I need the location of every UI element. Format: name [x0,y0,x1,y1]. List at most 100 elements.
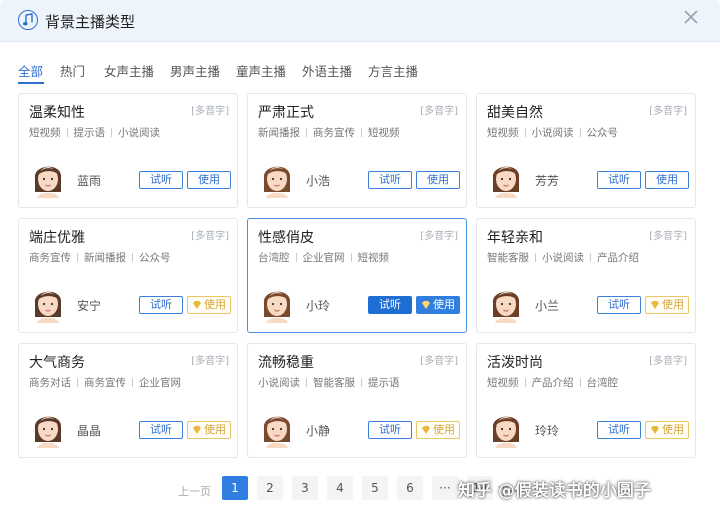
polyphone-badge: [多音字] [191,231,229,242]
use-label: 使用 [204,298,226,311]
tag-divider [111,128,112,137]
voice-avatar [29,283,67,323]
polyphone-badge: [多音字] [420,356,458,367]
use-voice-button[interactable]: 使用 [187,171,231,189]
vip-diamond-icon [421,298,433,311]
scene-tags: 小说阅读 智能客服 提示语 [258,375,400,390]
vip-diamond-icon [421,423,433,436]
scene-tag: 公众号 [586,127,619,139]
tab-5[interactable]: 外语主播 [302,61,352,80]
tag-divider [77,378,78,387]
prev-page-button[interactable]: 上一页 [178,483,211,499]
page-button[interactable]: 3 [292,476,318,500]
voice-card[interactable]: 大气商务 [多音字] 商务对话 商务宣传 企业官网 晶晶 试听 使用 [18,343,238,458]
voice-avatar [258,408,296,448]
scene-tag: 企业官网 [302,252,345,264]
vip-diamond-icon [192,423,204,436]
page-button[interactable]: 5 [362,476,388,500]
tag-divider [535,253,536,262]
page-button[interactable]: ··· [432,476,458,500]
use-label: 使用 [427,173,449,186]
use-label: 使用 [433,423,455,436]
page-button[interactable]: 6 [397,476,423,500]
voice-name: 小浩 [306,174,331,188]
tag-divider [132,253,133,262]
scene-tag: 短视频 [368,127,400,139]
close-icon[interactable] [680,6,702,28]
try-listen-button[interactable]: 试听 [368,296,412,314]
use-voice-button[interactable]: 使用 [187,296,231,314]
voice-name: 晶晶 [77,424,102,438]
voice-card[interactable]: 甜美自然 [多音字] 短视频 小说阅读 公众号 芳芳 试听 使用 [476,93,696,208]
scene-tag: 短视频 [487,127,519,139]
try-listen-button[interactable]: 试听 [597,421,641,439]
dialog-header: 背景主播类型 [0,0,720,42]
voice-card[interactable]: 性感俏皮 [多音字] 台湾腔 企业官网 短视频 小玲 试听 使用 [247,218,467,333]
use-label: 使用 [656,173,678,186]
tab-6[interactable]: 方言主播 [368,61,418,80]
page-button[interactable]: 1 [222,476,248,500]
voice-name: 小静 [306,424,331,438]
scene-tag: 产品介绍 [597,252,639,264]
scene-tags: 商务对话 商务宣传 企业官网 [29,375,181,390]
voice-name: 芳芳 [535,174,560,188]
scene-tags: 商务宣传 新闻播报 公众号 [29,250,171,265]
voice-card[interactable]: 年轻亲和 [多音字] 智能客服 小说阅读 产品介绍 小兰 试听 使用 [476,218,696,333]
page-button[interactable]: 2 [257,476,283,500]
try-listen-button[interactable]: 试听 [368,171,412,189]
scene-tag: 短视频 [487,377,519,389]
tag-divider [295,253,297,262]
use-voice-button[interactable]: 使用 [187,421,231,439]
polyphone-badge: [多音字] [191,106,229,117]
try-listen-button[interactable]: 试听 [597,296,641,314]
tag-divider [524,128,526,137]
voice-style-title: 流畅稳重 [258,355,314,371]
scene-tag: 公众号 [139,252,171,264]
try-listen-button[interactable]: 试听 [139,296,183,314]
use-voice-button[interactable]: 使用 [416,296,460,314]
tag-divider [361,378,362,387]
scene-tag: 商务对话 [29,377,71,389]
voice-style-title: 年轻亲和 [487,230,543,246]
use-voice-button[interactable]: 使用 [416,421,460,439]
tag-divider [350,253,352,262]
try-listen-button[interactable]: 试听 [368,421,412,439]
scene-tag: 台湾腔 [586,377,619,389]
try-listen-button[interactable]: 试听 [139,171,183,189]
scene-tags: 智能客服 小说阅读 产品介绍 [487,250,639,265]
scene-tag: 小说阅读 [542,252,584,264]
polyphone-badge: [多音字] [649,106,687,117]
use-voice-button[interactable]: 使用 [645,296,689,314]
voice-type-dialog: 背景主播类型 全部 热门 女声主播 男声主播 童声主播 外语主播 方言主播 温柔知性 [多音字… [0,0,720,517]
voice-card[interactable]: 温柔知性 [多音字] 短视频 提示语 小说阅读 蓝雨 试听 使用 [18,93,238,208]
tag-divider [66,128,68,137]
scene-tag: 小说阅读 [531,127,574,139]
voice-card[interactable]: 流畅稳重 [多音字] 小说阅读 智能客服 提示语小静 试听 使用 [247,343,467,458]
scene-tag: 商务宣传 [84,377,126,389]
try-listen-button[interactable]: 试听 [139,421,183,439]
tab-2[interactable]: 女声主播 [104,61,154,80]
tab-4[interactable]: 童声主播 [236,61,286,80]
watermark: 知乎 @假装读书的小圆子 [458,481,651,501]
use-voice-button[interactable]: 使用 [645,421,689,439]
scene-tag: 小说阅读 [258,377,300,389]
tag-divider [524,378,526,387]
use-voice-button[interactable]: 使用 [416,171,460,189]
scene-tag: 提示语 [368,377,400,389]
tag-divider [579,378,581,387]
music-note-icon [18,10,38,30]
tab-0[interactable]: 全部 [18,61,43,80]
page-button[interactable]: 4 [327,476,353,500]
scene-tags: 短视频 小说阅读 公众号 [487,125,618,140]
tab-3[interactable]: 男声主播 [170,61,220,80]
try-listen-button[interactable]: 试听 [597,171,641,189]
scene-tags: 台湾腔 企业官网 短视频 [258,250,389,265]
voice-card[interactable]: 端庄优雅 [多音字] 商务宣传 新闻播报 公众号 安宁 试听 使用 [18,218,238,333]
tab-1[interactable]: 热门 [60,61,85,80]
voice-card[interactable]: 活泼时尚 [多音字] 短视频 产品介绍 台湾腔 玲玲 试听 使用 [476,343,696,458]
tag-divider [77,253,78,262]
scene-tag: 新闻播报 [84,252,126,264]
voice-card[interactable]: 严肃正式 [多音字] 新闻播报 商务宣传 短视频 小浩 试听 使用 [247,93,467,208]
vip-diamond-icon [650,423,662,436]
use-voice-button[interactable]: 使用 [645,171,689,189]
